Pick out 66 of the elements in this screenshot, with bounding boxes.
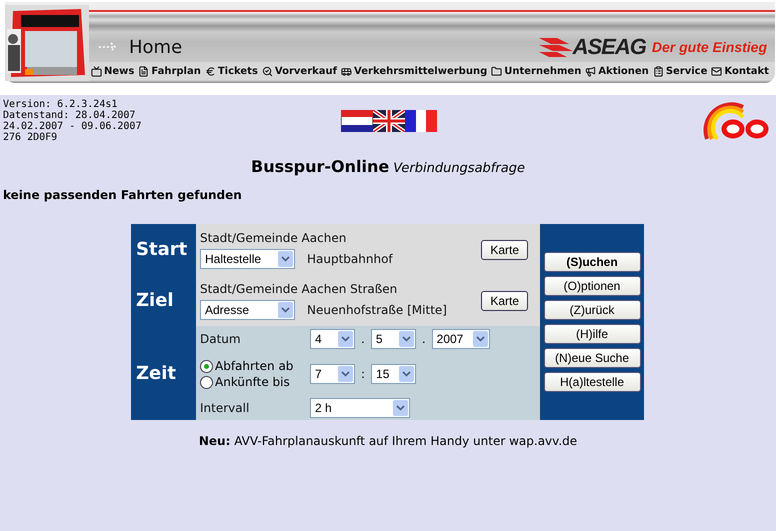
brand-name: ASEAG <box>572 34 646 60</box>
year-select[interactable]: 2007 <box>432 329 490 349</box>
map-button[interactable]: Karte <box>481 290 528 310</box>
result-message: keine passenden Fahrten gefunden <box>3 188 243 202</box>
time-mode-option[interactable]: Abfahrten ab <box>200 359 310 373</box>
place-label: Stadt/Gemeinde Aachen <box>200 230 346 244</box>
section-label: Ziel <box>131 275 196 326</box>
action-button[interactable]: (N)eue Suche <box>544 348 640 368</box>
type-select[interactable]: Haltestelle <box>200 248 295 268</box>
interval-select[interactable]: 2 h <box>310 398 410 418</box>
info-line: 276 2D0F9 <box>3 132 58 143</box>
dutch-flag-icon[interactable] <box>341 110 373 132</box>
radio-button[interactable] <box>200 360 213 372</box>
page-subheading: Verbindungsabfrage <box>393 161 525 176</box>
section-label: Zeit <box>131 326 196 420</box>
time-mode-option[interactable]: Ankünfte bis <box>200 375 310 389</box>
stripes-logo-icon <box>538 36 573 58</box>
date-separator: . <box>361 332 365 346</box>
document-icon <box>138 66 150 76</box>
minute-select[interactable]: 15 <box>371 364 416 384</box>
tv-icon <box>91 66 102 76</box>
nav-link[interactable]: News <box>91 66 134 76</box>
action-button[interactable]: (Z)urück <box>544 300 640 320</box>
slogan: Der gute Einstieg <box>652 39 767 55</box>
folder-icon <box>491 66 502 76</box>
info-line: 24.02.2007 - 09.06.2007 <box>3 121 142 132</box>
clipboard-icon <box>652 66 664 76</box>
interval-label: Intervall <box>200 401 250 415</box>
info-line: Version: 6.2.3.24s1 <box>3 99 118 110</box>
bus-icon <box>341 66 352 76</box>
map-button[interactable]: Karte <box>481 240 528 260</box>
hour-select[interactable]: 7 <box>310 364 355 384</box>
search-icon <box>262 66 273 76</box>
british-flag-icon[interactable] <box>373 110 405 132</box>
place-label: Stadt/Gemeinde Aachen Straßen <box>200 282 398 296</box>
day-select[interactable]: 4 <box>310 329 355 349</box>
megaphone-icon <box>585 66 596 76</box>
nav-link[interactable]: Fahrplan <box>138 66 201 76</box>
stop-name: Neuenhofstraße [Mitte] <box>307 302 447 316</box>
nav-link[interactable]: Service <box>652 66 708 76</box>
stop-name: Hauptbahnhof <box>307 252 393 266</box>
date-label: Datum <box>200 332 242 346</box>
info-line: Datenstand: 28.04.2007 <box>3 110 136 121</box>
radio-button[interactable] <box>200 376 213 388</box>
dotted-arrow-icon <box>99 42 119 52</box>
time-separator: : <box>361 367 366 381</box>
section-label: Start <box>131 224 196 275</box>
action-button[interactable]: (S)uchen <box>544 252 640 272</box>
type-select[interactable]: Adresse <box>200 300 295 320</box>
action-button[interactable]: H(a)ltestelle <box>544 372 640 392</box>
french-flag-icon[interactable] <box>405 110 437 132</box>
date-separator: . <box>422 332 426 346</box>
action-button[interactable]: (H)ilfe <box>544 324 640 344</box>
nav-link[interactable]: Kontakt <box>711 66 769 76</box>
page-title: Home <box>129 36 182 58</box>
nav-link[interactable]: Unternehmen <box>491 66 582 76</box>
nav-link[interactable]: Verkehrsmittelwerbung <box>341 66 488 76</box>
nav-link[interactable]: Aktionen <box>585 66 649 76</box>
month-select[interactable]: 5 <box>370 329 416 349</box>
nav-link[interactable]: Vorverkauf <box>262 66 338 76</box>
page-heading: Busspur-Online <box>251 157 390 176</box>
nav-link[interactable]: Tickets <box>204 66 258 76</box>
euro-icon <box>204 66 216 76</box>
action-button[interactable]: (O)ptionen <box>544 276 640 296</box>
envelope-icon <box>711 66 722 76</box>
footer-note: Neu: AVV-Fahrplanauskunft auf Ihrem Handy unter wap.avv.de <box>198 434 578 448</box>
